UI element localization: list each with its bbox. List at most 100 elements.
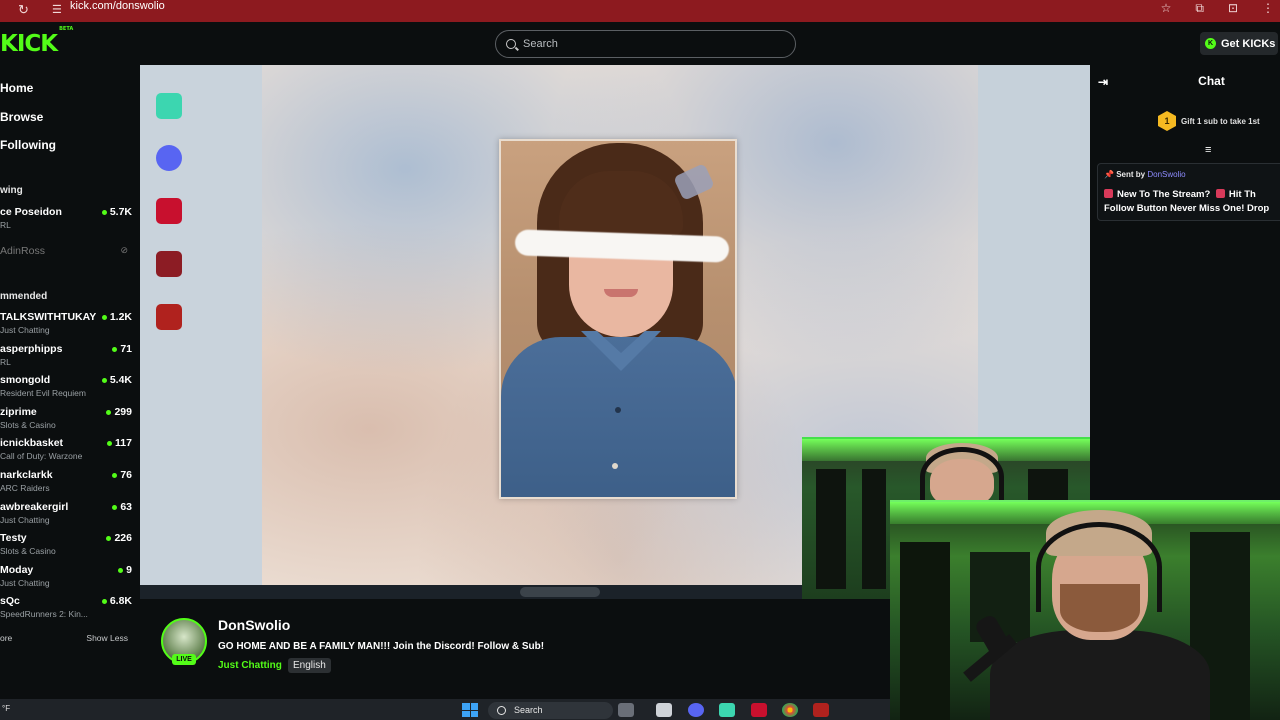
viewer-count: 117 bbox=[107, 437, 132, 449]
live-dot-icon bbox=[101, 377, 107, 383]
star-icon[interactable]: ☆ bbox=[1161, 1, 1172, 16]
following-channel[interactable]: AdinRoss ⊘ bbox=[0, 245, 132, 273]
live-dot-icon bbox=[106, 409, 112, 415]
gift-rank-badge: 1 bbox=[1158, 111, 1176, 131]
viewer-count: 5.4K bbox=[101, 374, 132, 386]
channel-category: ARC Raiders bbox=[0, 483, 50, 493]
stream-category[interactable]: Just Chatting bbox=[218, 660, 282, 671]
channel-category: Just Chatting bbox=[0, 578, 50, 588]
live-dot-icon bbox=[112, 472, 118, 478]
channel-name: narkclarkk bbox=[0, 469, 53, 481]
site-header: KICKBETA K Get KICKs bbox=[0, 22, 1280, 65]
language-tag[interactable]: English bbox=[288, 658, 331, 673]
extensions-icon[interactable]: ⧉ bbox=[1195, 1, 1204, 16]
live-badge: LIVE bbox=[172, 654, 196, 665]
stream-taskbar-search bbox=[520, 587, 600, 597]
gift-text: Gift 1 sub to take 1st bbox=[1181, 116, 1260, 126]
pinned-line-1: New To The Stream? Hit Th bbox=[1104, 189, 1256, 200]
recommended-channel[interactable]: Moday Just Chatting 9 bbox=[0, 564, 132, 592]
menu-icon[interactable]: ⋮ bbox=[1262, 1, 1274, 16]
recommended-channel[interactable]: Testy Slots & Casino 226 bbox=[0, 532, 132, 560]
split-icon[interactable]: ⊡ bbox=[1228, 1, 1238, 16]
channel-name: icnickbasket bbox=[0, 437, 64, 449]
channel-category: SpeedRunners 2: Kin... bbox=[0, 609, 88, 619]
stream-title: GO HOME AND BE A FAMILY MAN!!! Join the … bbox=[218, 641, 545, 652]
pin-icon: 📌 bbox=[1104, 170, 1114, 179]
live-dot-icon bbox=[107, 440, 113, 446]
site-info-icon[interactable]: ☰ bbox=[52, 3, 62, 16]
app-taskbar-icon[interactable] bbox=[751, 703, 767, 717]
nav-following[interactable]: Following bbox=[0, 138, 56, 152]
widgets-icon[interactable] bbox=[618, 703, 634, 717]
kicks-coin-icon: K bbox=[1205, 38, 1216, 49]
viewer-count: 6.8K bbox=[101, 595, 132, 607]
windows-start-icon[interactable] bbox=[462, 703, 478, 717]
app-icon bbox=[156, 304, 182, 330]
search-icon bbox=[506, 39, 516, 49]
pinned-toggle-icon[interactable]: ≡ bbox=[1205, 144, 1211, 156]
app-taskbar-icon[interactable] bbox=[813, 703, 829, 717]
stream-info: LIVE DonSwolio GO HOME AND BE A FAMILY M… bbox=[140, 599, 890, 699]
gift-leaderboard[interactable]: 1 Gift 1 sub to take 1st bbox=[1158, 111, 1260, 131]
reload-icon[interactable]: ↻ bbox=[18, 2, 29, 18]
live-dot-icon bbox=[101, 598, 107, 604]
child-photo bbox=[499, 139, 737, 499]
search-input[interactable] bbox=[523, 38, 763, 50]
show-more-link[interactable]: ore bbox=[0, 633, 12, 643]
show-less-link[interactable]: Show Less bbox=[86, 633, 128, 643]
channel-category: RL bbox=[0, 220, 11, 230]
search-bar[interactable] bbox=[495, 30, 796, 58]
recommended-channel[interactable]: icnickbasket Call of Duty: Warzone 117 bbox=[0, 437, 132, 465]
recommended-channel[interactable]: awbreakergirl Just Chatting 63 bbox=[0, 501, 132, 529]
channel-name: sQc bbox=[0, 595, 20, 607]
recommended-channel[interactable]: sQc SpeedRunners 2: Kin... 6.8K bbox=[0, 595, 132, 623]
beta-badge: BETA bbox=[59, 26, 74, 33]
weather-widget[interactable]: °F bbox=[2, 704, 10, 713]
channel-name: TALKSWITHTUKAY bbox=[0, 311, 97, 323]
channel-name: Moday bbox=[0, 564, 34, 576]
viewer-count: 299 bbox=[106, 406, 132, 418]
app-icon bbox=[156, 251, 182, 277]
webcam-overlay-main bbox=[890, 500, 1280, 720]
pinned-line-2: Follow Button Never Miss One! Drop bbox=[1104, 203, 1270, 214]
viewer-count: 63 bbox=[112, 501, 132, 513]
sidebar: Home Browse Following wing ce Poseidon R… bbox=[0, 65, 140, 699]
channel-name: asperphipps bbox=[0, 343, 63, 355]
live-dot-icon bbox=[101, 314, 107, 320]
channel-name: smongold bbox=[0, 374, 51, 386]
app-icon bbox=[156, 93, 182, 119]
emote-icon bbox=[1104, 189, 1113, 198]
files-icon[interactable] bbox=[656, 703, 672, 717]
recommended-channel[interactable]: ziprime Slots & Casino 299 bbox=[0, 406, 132, 434]
viewer-count: 226 bbox=[106, 532, 132, 544]
address-bar[interactable]: kick.com/donswolio bbox=[70, 0, 165, 12]
recommended-channel[interactable]: asperphipps RL 71 bbox=[0, 343, 132, 371]
windows-taskbar: °F Search bbox=[0, 699, 890, 720]
channel-category: Resident Evil Requiem bbox=[0, 388, 86, 398]
sidebar-footer: ore Show Less bbox=[0, 633, 132, 643]
nav-home[interactable]: Home bbox=[0, 81, 33, 95]
pinned-header: 📌 Sent by DonSwolio bbox=[1104, 170, 1186, 179]
streamer-name[interactable]: DonSwolio bbox=[218, 617, 290, 633]
pinned-user[interactable]: DonSwolio bbox=[1147, 170, 1185, 179]
channel-category: Call of Duty: Warzone bbox=[0, 451, 83, 461]
chrome-icon[interactable] bbox=[782, 703, 798, 717]
channel-category: RL bbox=[0, 357, 11, 367]
live-dot-icon bbox=[118, 567, 124, 573]
kick-logo[interactable]: KICKBETA bbox=[0, 26, 73, 57]
viewer-count: 1.2K bbox=[101, 311, 132, 323]
viewer-count: 9 bbox=[118, 564, 132, 576]
recommended-channel[interactable]: narkclarkk ARC Raiders 76 bbox=[0, 469, 132, 497]
discord-icon bbox=[156, 145, 182, 171]
channel-name: AdinRoss bbox=[0, 245, 45, 257]
following-channel[interactable]: ce Poseidon RL 5.7K bbox=[0, 206, 132, 234]
recommended-channel[interactable]: smongold Resident Evil Requiem 5.4K bbox=[0, 374, 132, 402]
nav-browse[interactable]: Browse bbox=[0, 110, 43, 124]
offline-icon: ⊘ bbox=[120, 245, 128, 255]
get-kicks-button[interactable]: K Get KICKs bbox=[1200, 32, 1278, 55]
taskbar-search[interactable]: Search bbox=[488, 702, 613, 719]
discord-taskbar-icon[interactable] bbox=[688, 703, 704, 717]
app-taskbar-icon[interactable] bbox=[719, 703, 735, 717]
live-dot-icon bbox=[112, 346, 118, 352]
recommended-channel[interactable]: TALKSWITHTUKAY Just Chatting 1.2K bbox=[0, 311, 132, 339]
